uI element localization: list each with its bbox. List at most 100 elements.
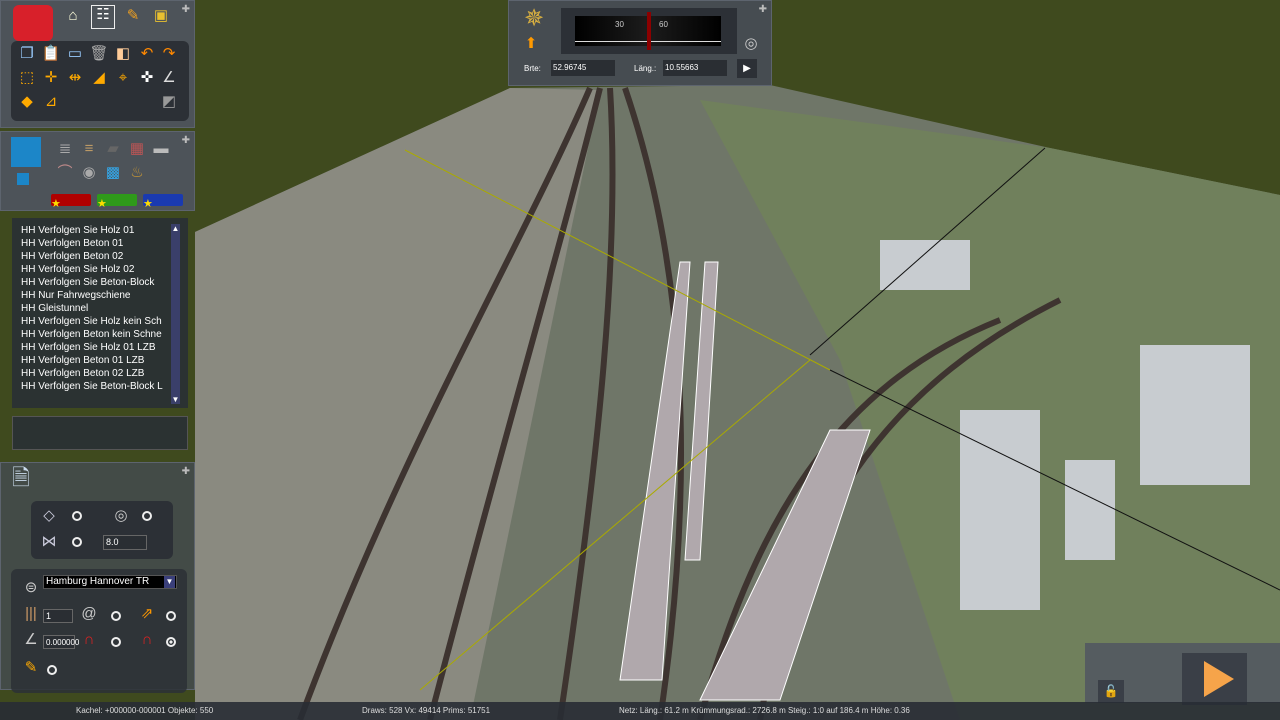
radio-button[interactable] [47,665,57,675]
join-icon[interactable]: ⇹ [65,69,85,87]
list-item[interactable]: HH Verfolgen Beton 02 LZB [12,367,168,380]
status-bar: Kachel: +000000-000001 Objekte: 550 Draw… [0,702,1280,720]
list-item[interactable]: HH Verfolgen Sie Holz kein Sch [12,315,168,328]
water-icon[interactable]: ▩ [103,164,123,182]
road-icon[interactable]: ▰ [103,140,123,158]
tools-grid: ❐ 📋 ▭ 🗑 ◧ ↶ ↷ ⬚ ✛ ⇹ ◢ ⌖ ✜ ∠ ◆ ⊿ ◩ [11,41,189,121]
play-button[interactable] [1182,653,1247,705]
angle-input[interactable]: 0.000000 [43,635,79,649]
route-dropdown[interactable]: Hamburg Hannover TR ▼ [43,575,177,589]
compass-icon[interactable]: ✵ [519,5,549,33]
small-cube-icon[interactable] [17,173,29,185]
pin-icon[interactable]: ✚ [182,4,190,15]
parallel-tracks-icon: ||| [25,605,37,622]
spotlight-icon[interactable]: ◩ [159,93,179,111]
scroll-down-icon[interactable]: ▼ [171,395,180,404]
unlock-icon[interactable]: 🔓 [1098,680,1124,703]
measure-icon[interactable]: ◧ [113,45,133,63]
bridge-icon[interactable]: ⌒ [55,164,75,182]
brush-icon[interactable]: ✎ [123,7,143,25]
latitude-field[interactable]: 52.96745 [551,60,615,76]
track-options: ⊜ Hamburg Hannover TR ▼ ||| 1 @ ⇗ ∠ 0.000… [11,569,187,693]
scale-label: 30 [615,20,624,29]
list-item[interactable]: HH Verfolgen Sie Beton-Block L [12,380,168,393]
spacing-input[interactable]: 8.0 [103,535,147,550]
undo-icon[interactable]: ↶ [137,45,157,63]
rails-icon[interactable]: ≡ [79,140,99,158]
origin-icon[interactable]: ⌖ [113,69,133,87]
sack-icon[interactable]: ♨ [127,164,147,182]
crosshair-icon[interactable]: ✜ [137,69,157,87]
object-category-panel: ✚ ≣ ≡ ▰ ▦ ▬ ⌒ ◉ ▩ ♨ ★ ★ ★ [0,131,195,211]
train-icon[interactable]: ▣ [151,7,171,25]
tile-status: Kachel: +000000-000001 Objekte: 550 [76,706,214,715]
tunnel-icon[interactable]: ◉ [79,164,99,182]
spiral-icon: @ [81,605,97,622]
pin-icon[interactable]: ✚ [182,466,190,477]
radio-button[interactable] [72,511,82,521]
copy-icon[interactable]: ❐ [17,45,37,63]
radio-button[interactable] [142,511,152,521]
map-marker-icon[interactable]: ⬆ [521,35,541,53]
favorite-green-button[interactable]: ★ [97,194,137,210]
toolbox-icon[interactable] [13,5,53,41]
list-item[interactable]: HH Verfolgen Beton 01 [12,237,168,250]
list-item[interactable]: HH Verfolgen Beton 02 [12,250,168,263]
heading-gauge: 30 60 [561,8,737,54]
redo-icon[interactable]: ↷ [159,45,179,63]
pencil-icon: ✎ [24,659,38,676]
track-icon[interactable]: ☷ [91,5,115,29]
toolbox-panel: ⌂ ☷ ✎ ▣ ✚ ❐ 📋 ▭ 🗑 ◧ ↶ ↷ ⬚ ✛ ⇹ ◢ ⌖ ✜ ∠ ◆ … [0,0,195,128]
raise-track-icon: ⇗ [140,605,154,622]
list-item[interactable]: HH Verfolgen Beton kein Schne [12,328,168,341]
longitude-field[interactable]: 10.55663 [663,60,727,76]
track-list-icon[interactable]: ≣ [55,140,75,158]
angle-icon[interactable]: ∠ [159,69,179,87]
favorite-blue-button[interactable]: ★ [143,194,183,210]
paste-icon[interactable]: 📋 [41,45,61,63]
trash-icon[interactable]: 🗑 [89,45,109,63]
list-item[interactable]: HH Verfolgen Sie Holz 02 [12,263,168,276]
track-count-input[interactable]: 1 [43,609,73,623]
gradient-icon[interactable]: ⊿ [41,93,61,111]
list-item[interactable]: HH Nur Fahrwegschiene [12,289,168,302]
target-icon: ◎ [114,507,128,524]
rail-lift-icon[interactable]: ◢ [89,69,109,87]
pin-icon[interactable]: ✚ [182,135,190,146]
favorite-red-button[interactable]: ★ [51,194,91,210]
snap-options: ◇ ◎ ⋈ 8.0 [31,501,173,559]
scale-label: 60 [659,20,668,29]
track-type-list[interactable]: HH Verfolgen Sie Holz 01 HH Verfolgen Be… [12,218,188,408]
brick-icon[interactable]: ▦ [127,140,147,158]
pin-icon[interactable]: ✚ [759,4,767,15]
list-item[interactable]: HH Gleistunnel [12,302,168,315]
scroll-up-icon[interactable]: ▲ [171,224,180,233]
radio-button-selected[interactable] [166,637,176,647]
home-icon[interactable]: ⌂ [63,7,83,25]
document-icon: 🗎 [12,465,30,490]
radio-button[interactable] [111,611,121,621]
list-item[interactable]: HH Verfolgen Sie Beton-Block [12,276,168,289]
radio-button[interactable] [72,537,82,547]
list-item[interactable]: HH Verfolgen Sie Holz 01 LZB [12,341,168,354]
list-item[interactable]: HH Verfolgen Beton 01 LZB [12,354,168,367]
select-icon[interactable]: ⬚ [17,69,37,87]
cube-icon[interactable] [11,137,41,167]
stone-icon[interactable]: ▬ [151,140,171,158]
compass-panel: ✵ ⬆ 30 60 ✚ ◎ Brte: 52.96745 Läng.: 10.5… [508,0,772,86]
reset-icon[interactable]: ◎ [741,35,761,53]
go-button[interactable]: ▶ [737,59,757,78]
play-icon [1204,661,1234,697]
split-icon[interactable]: ✛ [41,69,61,87]
fill-icon[interactable]: ◆ [17,93,37,111]
radio-button[interactable] [111,637,121,647]
diamond-icon: ◇ [43,507,55,524]
longitude-label: Läng.: [634,64,657,73]
radio-button[interactable] [166,611,176,621]
list-item[interactable]: HH Verfolgen Sie Holz 01 [12,224,168,237]
monitor-icon[interactable]: ▭ [65,45,85,63]
cross-diamond-icon: ⋈ [41,533,57,550]
track-circle-icon: ⊜ [24,579,38,596]
list-scrollbar[interactable]: ▲ ▼ [171,224,180,404]
chevron-down-icon[interactable]: ▼ [164,576,175,588]
